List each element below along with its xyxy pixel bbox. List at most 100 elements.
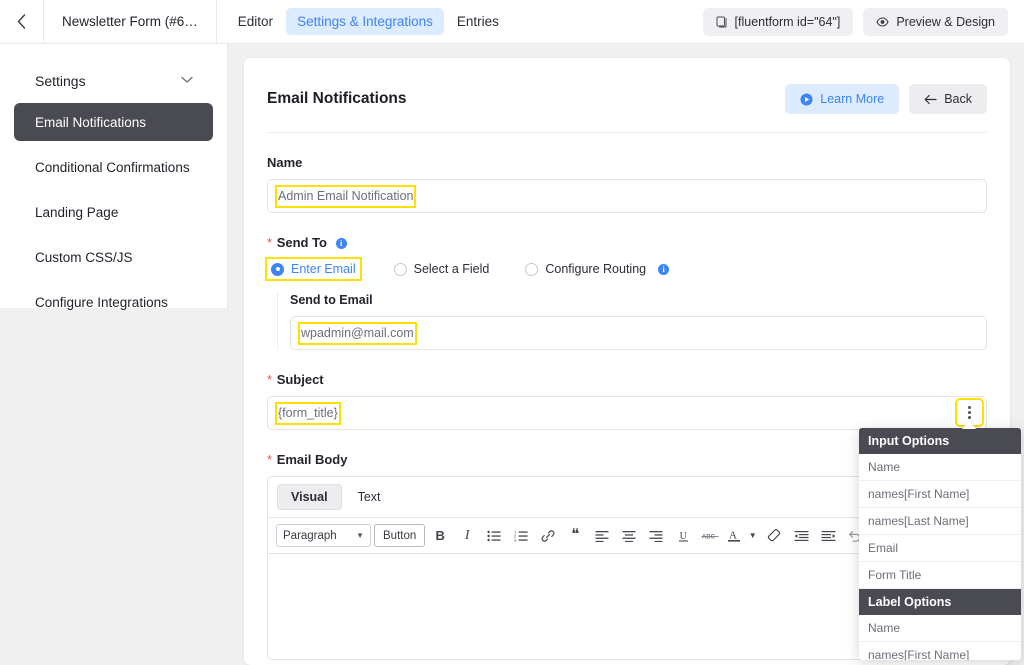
preview-design-button[interactable]: Preview & Design xyxy=(863,8,1008,36)
send-to-email-value: wpadmin@mail.com xyxy=(300,324,415,343)
link-icon[interactable] xyxy=(536,524,560,547)
dropdown-item[interactable]: Form Title xyxy=(859,562,1021,589)
form-title[interactable]: Newsletter Form (#6… xyxy=(44,0,217,43)
learn-more-button[interactable]: Learn More xyxy=(785,84,899,114)
send-to-radio-group: Enter Email Select a Field Configure Rou… xyxy=(267,259,987,279)
send-to-email-input[interactable]: wpadmin@mail.com xyxy=(290,316,987,350)
name-field-label: Name xyxy=(267,155,987,170)
underline-icon[interactable]: U xyxy=(671,524,695,547)
radio-label: Configure Routing xyxy=(545,262,646,276)
dropdown-item[interactable]: names[First Name] xyxy=(859,481,1021,508)
shortcode-label: [fluentform id="64"] xyxy=(735,15,841,29)
dropdown-caret xyxy=(962,421,976,429)
name-input[interactable]: Admin Email Notification xyxy=(267,179,987,213)
blockquote-icon[interactable]: ❝ xyxy=(563,524,587,547)
arrow-left-icon xyxy=(924,94,937,105)
send-to-label-text: Send To xyxy=(277,235,327,250)
paragraph-format-value: Paragraph xyxy=(283,530,337,542)
send-to-email-label: Send to Email xyxy=(290,293,987,307)
bold-icon[interactable]: B xyxy=(428,524,452,547)
radio-enter-email[interactable]: Enter Email xyxy=(267,259,360,279)
copy-icon xyxy=(716,16,728,28)
nav-tabs: Editor Settings & Integrations Entries xyxy=(227,8,510,35)
page-title: Email Notifications xyxy=(267,90,407,108)
sidebar-item-label: Landing Page xyxy=(35,205,118,220)
decrease-indent-icon[interactable] xyxy=(789,524,813,547)
align-center-icon[interactable] xyxy=(617,524,641,547)
shortcode-button[interactable]: [fluentform id="64"] xyxy=(703,8,854,36)
text-color-icon[interactable]: A xyxy=(725,524,743,547)
radio-indicator xyxy=(394,263,407,276)
dropdown-item[interactable]: names[First Name] xyxy=(859,642,1021,660)
name-input-value: Admin Email Notification xyxy=(277,187,414,206)
kebab-dot xyxy=(968,411,971,414)
radio-label: Enter Email xyxy=(291,262,356,276)
dropdown-item[interactable]: names[Last Name] xyxy=(859,508,1021,535)
tab-editor[interactable]: Editor xyxy=(227,8,284,35)
dropdown-item[interactable]: Name xyxy=(859,454,1021,481)
svg-text:3: 3 xyxy=(514,537,517,542)
numbered-list-icon[interactable]: 1 2 3 xyxy=(509,524,533,547)
top-bar-actions: [fluentform id="64"] Preview & Design xyxy=(703,8,1024,36)
caret-down-icon: ▼ xyxy=(356,531,364,540)
chevron-down-icon[interactable] xyxy=(181,75,193,87)
clear-formatting-icon[interactable] xyxy=(762,524,786,547)
paragraph-format-select[interactable]: Paragraph ▼ xyxy=(276,524,371,547)
radio-configure-routing[interactable]: Configure Routing i xyxy=(521,259,673,279)
dropdown-group-header-label-options: Label Options xyxy=(859,589,1021,615)
kebab-dot xyxy=(968,416,971,419)
kebab-dot xyxy=(968,406,971,409)
required-marker: * xyxy=(267,452,272,467)
svg-text:U: U xyxy=(679,531,687,542)
send-to-email-group: Send to Email wpadmin@mail.com xyxy=(277,293,987,350)
align-right-icon[interactable] xyxy=(644,524,668,547)
back-button[interactable]: Back xyxy=(909,84,987,114)
email-body-label-text: Email Body xyxy=(277,452,348,467)
sidebar-heading-label: Settings xyxy=(35,73,86,89)
subject-field-label: * Subject xyxy=(267,372,987,387)
sidebar-item-custom-css-js[interactable]: Custom CSS/JS xyxy=(14,238,213,276)
top-bar: Newsletter Form (#6… Editor Settings & I… xyxy=(0,0,1024,44)
tab-settings-integrations[interactable]: Settings & Integrations xyxy=(286,8,444,35)
dropdown-group-header-input-options: Input Options xyxy=(859,428,1021,454)
strikethrough-icon[interactable]: ABC xyxy=(698,524,722,547)
sidebar-item-configure-integrations[interactable]: Configure Integrations xyxy=(14,283,213,321)
sidebar-item-label: Conditional Confirmations xyxy=(35,160,190,175)
svg-text:A: A xyxy=(729,530,737,542)
tab-entries[interactable]: Entries xyxy=(446,8,510,35)
editor-tab-visual[interactable]: Visual xyxy=(277,484,342,510)
learn-more-label: Learn More xyxy=(820,92,884,106)
insert-button-button[interactable]: Button xyxy=(374,524,425,547)
subject-input-value: {form_title} xyxy=(277,404,339,423)
sidebar-item-email-notifications[interactable]: Email Notifications xyxy=(14,103,213,141)
subject-input[interactable]: {form_title} xyxy=(267,396,987,430)
info-icon[interactable]: i xyxy=(336,238,347,249)
play-circle-icon xyxy=(800,93,813,106)
panel-header-actions: Learn More Back xyxy=(785,84,987,114)
dropdown-item[interactable]: Name xyxy=(859,615,1021,642)
subject-row: {form_title} xyxy=(267,396,987,430)
sidebar-item-conditional-confirmations[interactable]: Conditional Confirmations xyxy=(14,148,213,186)
svg-text:ABC: ABC xyxy=(702,534,716,540)
send-to-field-label: * Send To i xyxy=(267,235,987,250)
info-icon[interactable]: i xyxy=(658,264,669,275)
italic-icon[interactable]: I xyxy=(455,524,479,547)
sidebar-item-label: Custom CSS/JS xyxy=(35,250,133,265)
sidebar-item-landing-page[interactable]: Landing Page xyxy=(14,193,213,231)
text-color-caret-icon[interactable]: ▼ xyxy=(746,524,759,547)
chevron-down-glyph xyxy=(181,76,193,84)
smartcode-dropdown: Input Options Name names[First Name] nam… xyxy=(859,428,1021,660)
panel-header: Email Notifications Learn More Back xyxy=(267,84,987,133)
radio-select-a-field[interactable]: Select a Field xyxy=(390,259,494,279)
sidebar-heading-settings[interactable]: Settings xyxy=(14,66,213,96)
subject-label-text: Subject xyxy=(277,372,324,387)
sidebar-item-label: Email Notifications xyxy=(35,115,146,130)
editor-tab-text[interactable]: Text xyxy=(345,485,394,509)
chevron-left-icon[interactable] xyxy=(0,0,44,43)
increase-indent-icon[interactable] xyxy=(816,524,840,547)
align-left-icon[interactable] xyxy=(590,524,614,547)
required-marker: * xyxy=(267,235,272,250)
eye-icon xyxy=(876,17,889,27)
bulleted-list-icon[interactable] xyxy=(482,524,506,547)
dropdown-item[interactable]: Email xyxy=(859,535,1021,562)
